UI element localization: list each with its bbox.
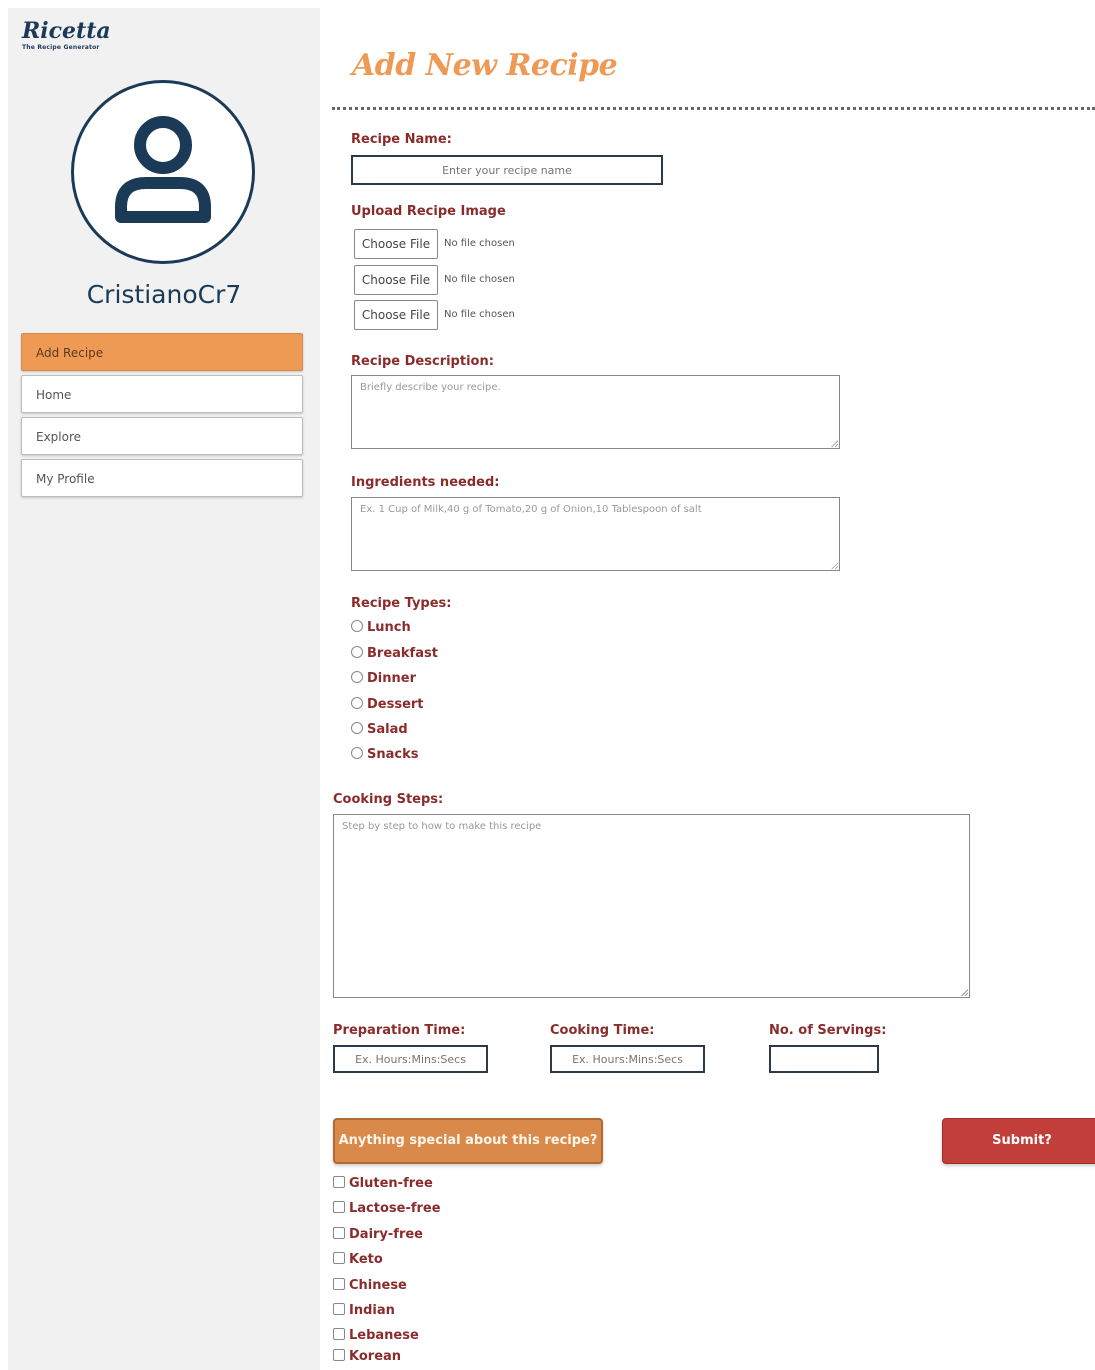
- option-label: Korean: [349, 1349, 402, 1364]
- ingredients-placeholder: Ex. 1 Cup of Milk,40 g of Tomato,20 g of…: [360, 504, 702, 515]
- prep-time-input[interactable]: [333, 1045, 488, 1073]
- user-icon: [115, 116, 211, 223]
- special-option-dairy-free[interactable]: Dairy-free: [333, 1227, 423, 1247]
- recipe-name-input[interactable]: [351, 155, 663, 185]
- radio-button[interactable]: [351, 671, 363, 683]
- type-option-snacks[interactable]: Snacks: [351, 747, 418, 767]
- cooking-steps-placeholder: Step by step to how to make this recipe: [342, 821, 542, 832]
- brand-name: Ricetta: [22, 18, 111, 44]
- type-option-dessert[interactable]: Dessert: [351, 697, 424, 717]
- radio-button[interactable]: [351, 722, 363, 734]
- nav-item-explore[interactable]: Explore: [21, 417, 303, 455]
- choose-file-button[interactable]: Choose File: [354, 265, 438, 295]
- radio-button[interactable]: [351, 747, 363, 759]
- resize-grip-icon[interactable]: [831, 562, 838, 569]
- sidebar: Ricetta The Recipe Generator CristianoCr…: [8, 8, 320, 1370]
- servings-input[interactable]: [769, 1045, 879, 1073]
- title-divider: [332, 107, 1095, 110]
- nav-item-my-profile[interactable]: My Profile: [21, 459, 303, 497]
- type-option-salad[interactable]: Salad: [351, 722, 408, 742]
- option-label: Dessert: [367, 697, 424, 712]
- option-label: Lunch: [367, 620, 411, 635]
- option-label: Dinner: [367, 671, 416, 686]
- avatar: [71, 80, 255, 264]
- checkbox[interactable]: [333, 1252, 345, 1264]
- checkbox[interactable]: [333, 1349, 345, 1361]
- option-label: Gluten-free: [349, 1176, 433, 1191]
- checkbox[interactable]: [333, 1278, 345, 1290]
- submit-button[interactable]: Submit?: [942, 1118, 1095, 1164]
- cook-time-label: Cooking Time:: [550, 1023, 655, 1038]
- file-status: No file chosen: [444, 309, 515, 320]
- brand-logo[interactable]: Ricetta The Recipe Generator: [22, 18, 111, 51]
- type-option-dinner[interactable]: Dinner: [351, 671, 416, 691]
- option-label: Dairy-free: [349, 1227, 424, 1242]
- checkbox[interactable]: [333, 1227, 345, 1239]
- prep-time-label: Preparation Time:: [333, 1023, 466, 1038]
- special-option-korean[interactable]: Korean: [333, 1349, 401, 1369]
- option-label: Breakfast: [367, 646, 438, 661]
- description-label: Recipe Description:: [351, 354, 494, 369]
- checkbox[interactable]: [333, 1328, 345, 1340]
- type-option-lunch[interactable]: Lunch: [351, 620, 411, 640]
- choose-file-button[interactable]: Choose File: [354, 300, 438, 330]
- description-textarea[interactable]: Briefly describe your recipe.: [351, 375, 840, 449]
- resize-grip-icon[interactable]: [831, 440, 838, 447]
- resize-grip-icon[interactable]: [961, 989, 968, 996]
- servings-label: No. of Servings:: [769, 1023, 887, 1038]
- file-status: No file chosen: [444, 238, 515, 249]
- username: CristianoCr7: [86, 280, 242, 309]
- file-status: No file chosen: [444, 274, 515, 285]
- special-option-gluten-free[interactable]: Gluten-free: [333, 1176, 433, 1196]
- option-label: Indian: [349, 1303, 395, 1318]
- special-option-lactose-free[interactable]: Lactose-free: [333, 1201, 441, 1221]
- cooking-steps-textarea[interactable]: Step by step to how to make this recipe: [333, 814, 970, 998]
- special-option-keto[interactable]: Keto: [333, 1252, 383, 1272]
- special-option-lebanese[interactable]: Lebanese: [333, 1328, 419, 1348]
- option-label: Lebanese: [349, 1328, 419, 1343]
- checkbox[interactable]: [333, 1176, 345, 1188]
- ingredients-textarea[interactable]: Ex. 1 Cup of Milk,40 g of Tomato,20 g of…: [351, 497, 840, 571]
- cook-time-input[interactable]: [550, 1045, 705, 1073]
- upload-label: Upload Recipe Image: [351, 204, 506, 219]
- description-placeholder: Briefly describe your recipe.: [360, 382, 501, 393]
- nav-item-add-recipe[interactable]: Add Recipe: [21, 333, 303, 371]
- radio-button[interactable]: [351, 620, 363, 632]
- nav-item-home[interactable]: Home: [21, 375, 303, 413]
- option-label: Salad: [367, 722, 408, 737]
- cooking-steps-label: Cooking Steps:: [333, 792, 444, 807]
- special-toggle-button[interactable]: Anything special about this recipe?: [333, 1118, 603, 1164]
- option-label: Chinese: [349, 1278, 407, 1293]
- type-option-breakfast[interactable]: Breakfast: [351, 646, 438, 666]
- ingredients-label: Ingredients needed:: [351, 475, 500, 490]
- choose-file-button[interactable]: Choose File: [354, 229, 438, 259]
- brand-tagline: The Recipe Generator: [22, 44, 100, 51]
- recipe-types-label: Recipe Types:: [351, 596, 452, 611]
- main-content: Add New Recipe Recipe Name: Upload Recip…: [320, 0, 1095, 1370]
- checkbox[interactable]: [333, 1303, 345, 1315]
- radio-button[interactable]: [351, 646, 363, 658]
- option-label: Snacks: [367, 747, 419, 762]
- page-title: Add New Recipe: [352, 48, 618, 83]
- radio-button[interactable]: [351, 697, 363, 709]
- special-option-indian[interactable]: Indian: [333, 1303, 395, 1323]
- checkbox[interactable]: [333, 1201, 345, 1213]
- option-label: Lactose-free: [349, 1201, 441, 1216]
- recipe-name-label: Recipe Name:: [351, 132, 452, 147]
- option-label: Keto: [349, 1252, 383, 1267]
- special-option-chinese[interactable]: Chinese: [333, 1278, 407, 1298]
